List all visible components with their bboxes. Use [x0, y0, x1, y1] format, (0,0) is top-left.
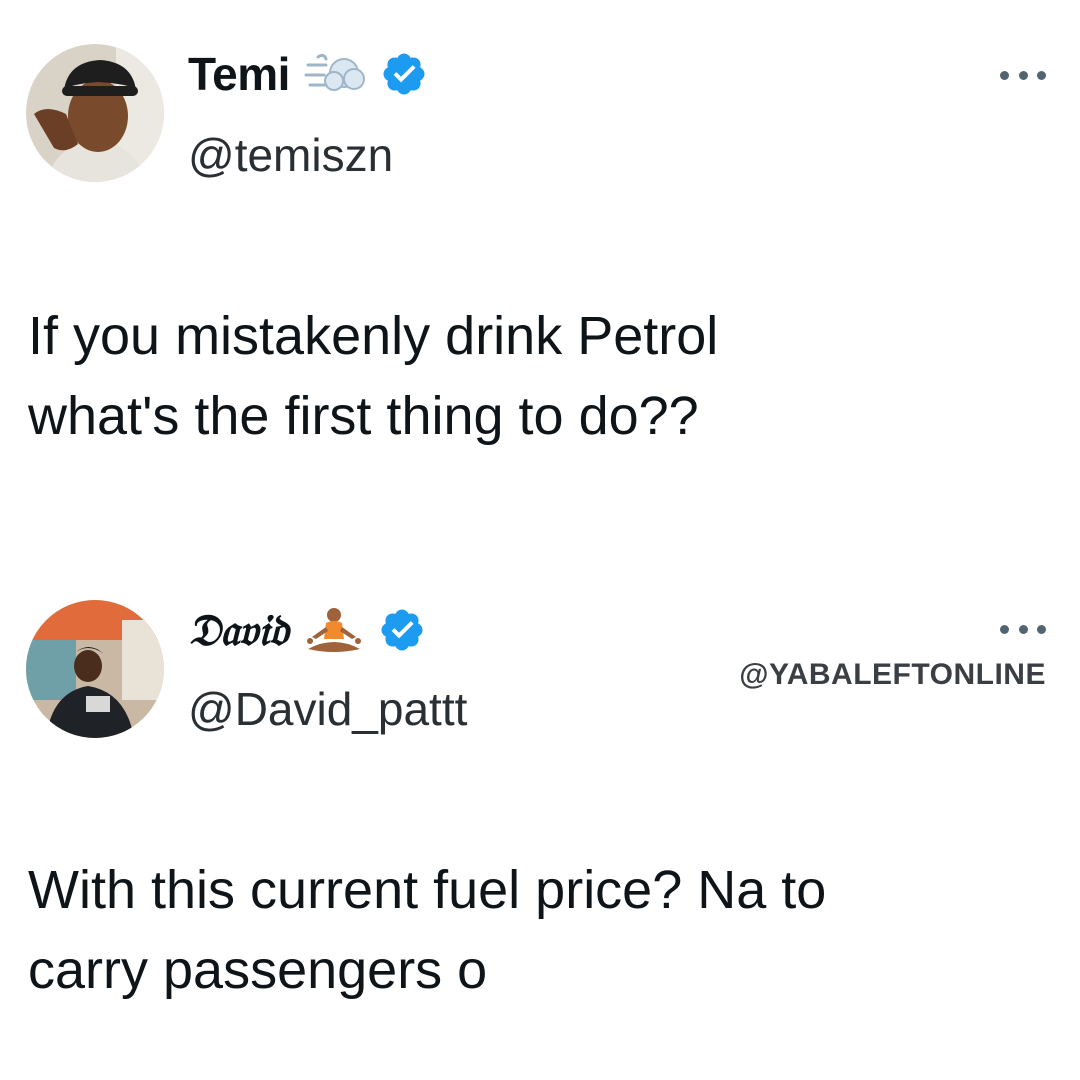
display-name[interactable]: 𝔇𝔞𝔳𝔦𝔡: [188, 605, 289, 656]
name-row: 𝔇𝔞𝔳𝔦𝔡: [188, 600, 426, 660]
handle[interactable]: @temiszn: [188, 128, 393, 182]
verified-badge-icon[interactable]: [380, 50, 428, 98]
more-horizontal-icon[interactable]: [1000, 68, 1046, 82]
display-name[interactable]: Temi: [188, 47, 290, 101]
tweet-reply[interactable]: 𝔇𝔞𝔳𝔦𝔡 @David_pattt @YABALEFTONLINE With …: [0, 540, 1080, 1080]
tweet-text-line: With this current fuel price? Na to: [28, 860, 827, 920]
tweet-text: With this current fuel price? Na to carr…: [28, 850, 1048, 1010]
tweet-text-line: what's the first thing to do??: [28, 386, 699, 446]
tweet-text-line: carry passengers o: [28, 940, 488, 1000]
avatar[interactable]: [26, 44, 164, 182]
more-horizontal-icon[interactable]: [1000, 622, 1046, 636]
tweet-text: If you mistakenly drink Petrol what's th…: [28, 296, 1048, 456]
name-row: Temi: [188, 44, 428, 104]
watermark: @YABALEFTONLINE: [739, 658, 1046, 691]
avatar-photo: [26, 600, 164, 738]
tweet-original[interactable]: Temi @temiszn If you mistakenly drink Pe…: [0, 0, 1080, 540]
person-in-lotus-position-emoji-icon: [302, 605, 366, 655]
handle[interactable]: @David_pattt: [188, 682, 467, 736]
verified-badge-icon[interactable]: [378, 606, 426, 654]
dash-emoji-icon: [304, 49, 368, 99]
avatar[interactable]: [26, 600, 164, 738]
avatar-photo: [26, 44, 164, 182]
tweet-text-line: If you mistakenly drink Petrol: [28, 306, 719, 366]
